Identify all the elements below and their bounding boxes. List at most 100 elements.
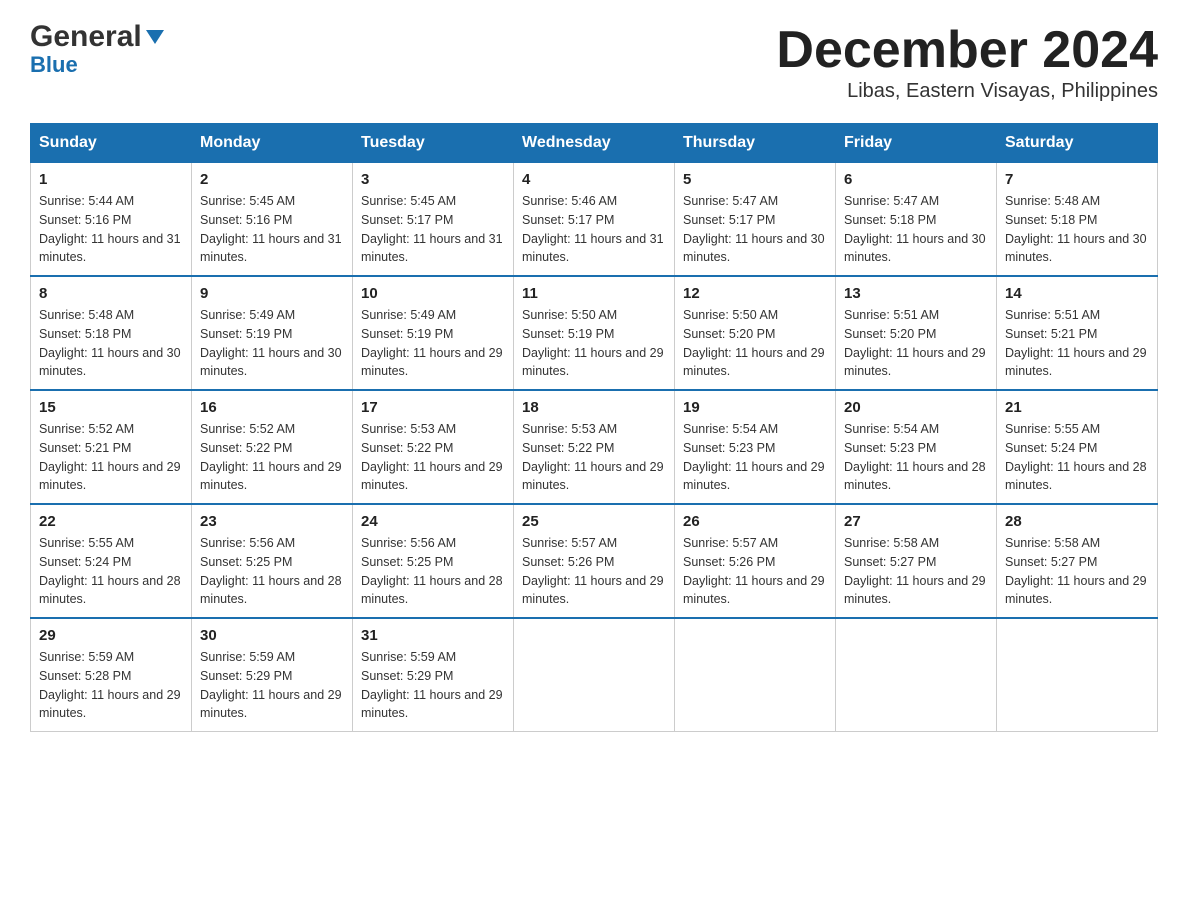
day-number: 15 <box>39 399 183 416</box>
day-info: Sunrise: 5:59 AMSunset: 5:29 PMDaylight:… <box>200 650 342 720</box>
calendar-cell: 6 Sunrise: 5:47 AMSunset: 5:18 PMDayligh… <box>836 163 997 277</box>
calendar-week-row: 8 Sunrise: 5:48 AMSunset: 5:18 PMDayligh… <box>31 276 1158 390</box>
calendar-cell: 17 Sunrise: 5:53 AMSunset: 5:22 PMDaylig… <box>353 390 514 504</box>
calendar-cell: 3 Sunrise: 5:45 AMSunset: 5:17 PMDayligh… <box>353 163 514 277</box>
calendar-cell: 1 Sunrise: 5:44 AMSunset: 5:16 PMDayligh… <box>31 163 192 277</box>
day-number: 2 <box>200 171 344 188</box>
day-number: 27 <box>844 513 988 530</box>
calendar-cell: 27 Sunrise: 5:58 AMSunset: 5:27 PMDaylig… <box>836 504 997 618</box>
calendar-cell: 13 Sunrise: 5:51 AMSunset: 5:20 PMDaylig… <box>836 276 997 390</box>
day-number: 4 <box>522 171 666 188</box>
calendar-cell: 11 Sunrise: 5:50 AMSunset: 5:19 PMDaylig… <box>514 276 675 390</box>
calendar-cell <box>675 618 836 732</box>
day-info: Sunrise: 5:46 AMSunset: 5:17 PMDaylight:… <box>522 194 664 264</box>
header-row: Sunday Monday Tuesday Wednesday Thursday… <box>31 124 1158 163</box>
day-info: Sunrise: 5:57 AMSunset: 5:26 PMDaylight:… <box>683 536 825 606</box>
calendar-cell: 5 Sunrise: 5:47 AMSunset: 5:17 PMDayligh… <box>675 163 836 277</box>
calendar-week-row: 15 Sunrise: 5:52 AMSunset: 5:21 PMDaylig… <box>31 390 1158 504</box>
day-info: Sunrise: 5:57 AMSunset: 5:26 PMDaylight:… <box>522 536 664 606</box>
day-info: Sunrise: 5:55 AMSunset: 5:24 PMDaylight:… <box>1005 422 1147 492</box>
day-info: Sunrise: 5:51 AMSunset: 5:21 PMDaylight:… <box>1005 308 1147 378</box>
calendar-cell: 31 Sunrise: 5:59 AMSunset: 5:29 PMDaylig… <box>353 618 514 732</box>
day-info: Sunrise: 5:47 AMSunset: 5:17 PMDaylight:… <box>683 194 825 264</box>
calendar-cell: 24 Sunrise: 5:56 AMSunset: 5:25 PMDaylig… <box>353 504 514 618</box>
calendar-week-row: 29 Sunrise: 5:59 AMSunset: 5:28 PMDaylig… <box>31 618 1158 732</box>
day-number: 25 <box>522 513 666 530</box>
calendar-cell: 12 Sunrise: 5:50 AMSunset: 5:20 PMDaylig… <box>675 276 836 390</box>
day-info: Sunrise: 5:59 AMSunset: 5:29 PMDaylight:… <box>361 650 503 720</box>
day-info: Sunrise: 5:47 AMSunset: 5:18 PMDaylight:… <box>844 194 986 264</box>
calendar-cell: 23 Sunrise: 5:56 AMSunset: 5:25 PMDaylig… <box>192 504 353 618</box>
day-info: Sunrise: 5:59 AMSunset: 5:28 PMDaylight:… <box>39 650 181 720</box>
calendar-body: 1 Sunrise: 5:44 AMSunset: 5:16 PMDayligh… <box>31 163 1158 732</box>
day-info: Sunrise: 5:44 AMSunset: 5:16 PMDaylight:… <box>39 194 181 264</box>
calendar-cell <box>514 618 675 732</box>
day-number: 18 <box>522 399 666 416</box>
day-info: Sunrise: 5:54 AMSunset: 5:23 PMDaylight:… <box>683 422 825 492</box>
day-number: 21 <box>1005 399 1149 416</box>
day-number: 17 <box>361 399 505 416</box>
day-info: Sunrise: 5:49 AMSunset: 5:19 PMDaylight:… <box>200 308 342 378</box>
day-number: 5 <box>683 171 827 188</box>
day-number: 14 <box>1005 285 1149 302</box>
day-info: Sunrise: 5:51 AMSunset: 5:20 PMDaylight:… <box>844 308 986 378</box>
calendar-cell: 22 Sunrise: 5:55 AMSunset: 5:24 PMDaylig… <box>31 504 192 618</box>
calendar-header: Sunday Monday Tuesday Wednesday Thursday… <box>31 124 1158 163</box>
day-number: 29 <box>39 627 183 644</box>
calendar-cell: 2 Sunrise: 5:45 AMSunset: 5:16 PMDayligh… <box>192 163 353 277</box>
day-number: 22 <box>39 513 183 530</box>
day-number: 10 <box>361 285 505 302</box>
logo-arrow-icon <box>142 26 166 48</box>
day-info: Sunrise: 5:54 AMSunset: 5:23 PMDaylight:… <box>844 422 986 492</box>
day-info: Sunrise: 5:52 AMSunset: 5:22 PMDaylight:… <box>200 422 342 492</box>
calendar-cell: 21 Sunrise: 5:55 AMSunset: 5:24 PMDaylig… <box>997 390 1158 504</box>
day-info: Sunrise: 5:45 AMSunset: 5:17 PMDaylight:… <box>361 194 503 264</box>
calendar-cell: 8 Sunrise: 5:48 AMSunset: 5:18 PMDayligh… <box>31 276 192 390</box>
col-monday: Monday <box>192 124 353 163</box>
day-info: Sunrise: 5:53 AMSunset: 5:22 PMDaylight:… <box>522 422 664 492</box>
day-number: 28 <box>1005 513 1149 530</box>
day-info: Sunrise: 5:45 AMSunset: 5:16 PMDaylight:… <box>200 194 342 264</box>
calendar-cell: 28 Sunrise: 5:58 AMSunset: 5:27 PMDaylig… <box>997 504 1158 618</box>
day-info: Sunrise: 5:56 AMSunset: 5:25 PMDaylight:… <box>200 536 342 606</box>
page-subtitle: Libas, Eastern Visayas, Philippines <box>776 80 1158 103</box>
page-header: General Blue December 2024 Libas, Easter… <box>30 20 1158 103</box>
day-number: 11 <box>522 285 666 302</box>
day-info: Sunrise: 5:55 AMSunset: 5:24 PMDaylight:… <box>39 536 181 606</box>
calendar-cell <box>836 618 997 732</box>
calendar-cell: 19 Sunrise: 5:54 AMSunset: 5:23 PMDaylig… <box>675 390 836 504</box>
calendar-cell: 4 Sunrise: 5:46 AMSunset: 5:17 PMDayligh… <box>514 163 675 277</box>
page-title: December 2024 <box>776 20 1158 80</box>
calendar-cell: 20 Sunrise: 5:54 AMSunset: 5:23 PMDaylig… <box>836 390 997 504</box>
day-number: 7 <box>1005 171 1149 188</box>
day-number: 6 <box>844 171 988 188</box>
day-info: Sunrise: 5:48 AMSunset: 5:18 PMDaylight:… <box>1005 194 1147 264</box>
calendar-cell: 30 Sunrise: 5:59 AMSunset: 5:29 PMDaylig… <box>192 618 353 732</box>
day-number: 20 <box>844 399 988 416</box>
calendar-cell <box>997 618 1158 732</box>
day-number: 1 <box>39 171 183 188</box>
calendar-table: Sunday Monday Tuesday Wednesday Thursday… <box>30 123 1158 732</box>
day-number: 19 <box>683 399 827 416</box>
calendar-cell: 25 Sunrise: 5:57 AMSunset: 5:26 PMDaylig… <box>514 504 675 618</box>
day-info: Sunrise: 5:58 AMSunset: 5:27 PMDaylight:… <box>1005 536 1147 606</box>
day-number: 8 <box>39 285 183 302</box>
calendar-cell: 16 Sunrise: 5:52 AMSunset: 5:22 PMDaylig… <box>192 390 353 504</box>
day-info: Sunrise: 5:50 AMSunset: 5:19 PMDaylight:… <box>522 308 664 378</box>
calendar-week-row: 22 Sunrise: 5:55 AMSunset: 5:24 PMDaylig… <box>31 504 1158 618</box>
title-block: December 2024 Libas, Eastern Visayas, Ph… <box>776 20 1158 103</box>
col-thursday: Thursday <box>675 124 836 163</box>
calendar-cell: 29 Sunrise: 5:59 AMSunset: 5:28 PMDaylig… <box>31 618 192 732</box>
col-friday: Friday <box>836 124 997 163</box>
calendar-cell: 18 Sunrise: 5:53 AMSunset: 5:22 PMDaylig… <box>514 390 675 504</box>
day-info: Sunrise: 5:56 AMSunset: 5:25 PMDaylight:… <box>361 536 503 606</box>
col-sunday: Sunday <box>31 124 192 163</box>
calendar-cell: 26 Sunrise: 5:57 AMSunset: 5:26 PMDaylig… <box>675 504 836 618</box>
day-number: 30 <box>200 627 344 644</box>
day-number: 3 <box>361 171 505 188</box>
col-wednesday: Wednesday <box>514 124 675 163</box>
day-info: Sunrise: 5:48 AMSunset: 5:18 PMDaylight:… <box>39 308 181 378</box>
day-info: Sunrise: 5:58 AMSunset: 5:27 PMDaylight:… <box>844 536 986 606</box>
col-tuesday: Tuesday <box>353 124 514 163</box>
day-number: 12 <box>683 285 827 302</box>
